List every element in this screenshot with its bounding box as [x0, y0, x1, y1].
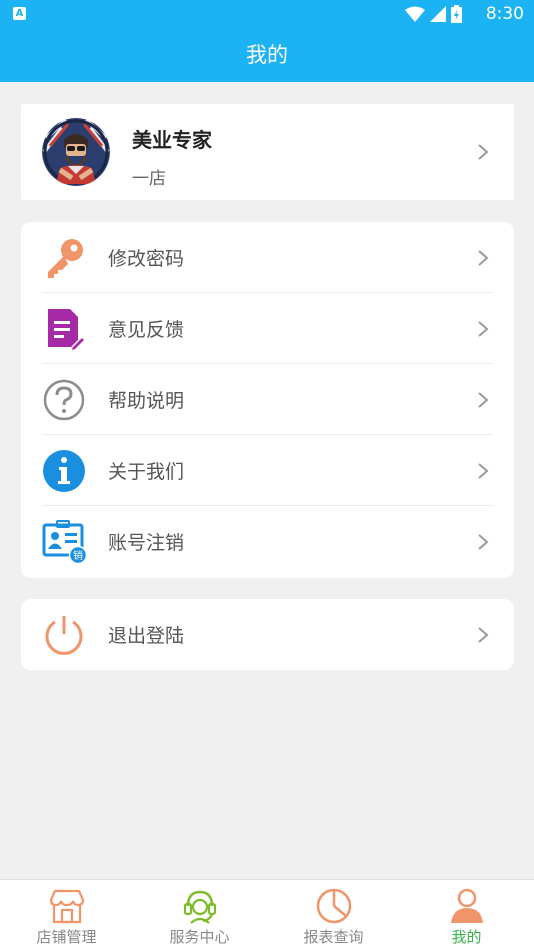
badge-text: 销	[73, 549, 83, 562]
nav-label: 店铺管理	[36, 928, 97, 946]
power-icon	[45, 616, 83, 655]
status-bar: A 8:30	[0, 0, 534, 28]
profile-name: 美业专家	[132, 128, 212, 152]
key-icon	[48, 239, 83, 278]
battery-icon	[451, 5, 462, 23]
tab-report-query[interactable]: 报表查询	[267, 880, 400, 950]
service-icon	[183, 890, 216, 924]
settings-menu: 修改密码 意见反馈 帮助说明 关于我们 销 账号注销	[21, 222, 514, 578]
nav-label: 服务中心	[169, 928, 230, 946]
menu-item-label: 意见反馈	[108, 319, 185, 341]
menu-item-change-password[interactable]: 修改密码	[21, 222, 514, 293]
store-icon	[49, 889, 84, 924]
nav-label: 报表查询	[303, 928, 364, 946]
page-title: 我的	[0, 28, 534, 82]
chevron-right-icon	[478, 463, 489, 479]
logout-label: 退出登陆	[108, 625, 185, 647]
feedback-icon	[48, 309, 86, 351]
menu-item-about[interactable]: 关于我们	[21, 435, 514, 506]
profile-card[interactable]: 美业专家 一店	[21, 104, 514, 200]
help-icon	[43, 379, 85, 421]
chevron-right-icon	[478, 250, 489, 266]
logout-button[interactable]: 退出登陆	[21, 599, 514, 670]
wifi-icon	[405, 6, 425, 22]
report-icon	[316, 888, 351, 924]
menu-item-label: 关于我们	[108, 461, 185, 483]
menu-item-label: 帮助说明	[108, 390, 185, 412]
menu-item-label: 修改密码	[108, 248, 185, 270]
tab-service-center[interactable]: 服务中心	[133, 880, 266, 950]
chevron-right-icon	[478, 144, 489, 160]
logout-card: 退出登陆	[21, 599, 514, 670]
notification-icon: A	[13, 7, 26, 20]
info-icon	[43, 450, 85, 492]
tab-store-management[interactable]: 店铺管理	[0, 880, 133, 950]
profile-store: 一店	[132, 169, 166, 189]
clock: 8:30	[485, 4, 524, 24]
chevron-right-icon	[478, 534, 489, 550]
avatar	[42, 118, 110, 186]
signal-icon	[430, 6, 446, 22]
chevron-right-icon	[478, 321, 489, 337]
account-cancel-icon: 销	[42, 520, 86, 564]
bottom-nav: 店铺管理 服务中心 报表查询 我的	[0, 879, 534, 950]
menu-item-feedback[interactable]: 意见反馈	[21, 293, 514, 364]
status-icons	[405, 5, 462, 23]
tab-mine[interactable]: 我的	[400, 880, 533, 950]
chevron-right-icon	[478, 627, 489, 643]
profile-icon	[450, 888, 483, 923]
chevron-right-icon	[478, 392, 489, 408]
menu-item-label: 账号注销	[108, 532, 185, 554]
menu-item-help[interactable]: 帮助说明	[21, 364, 514, 435]
menu-item-delete-account[interactable]: 销 账号注销	[21, 506, 514, 577]
nav-label: 我的	[451, 928, 482, 946]
